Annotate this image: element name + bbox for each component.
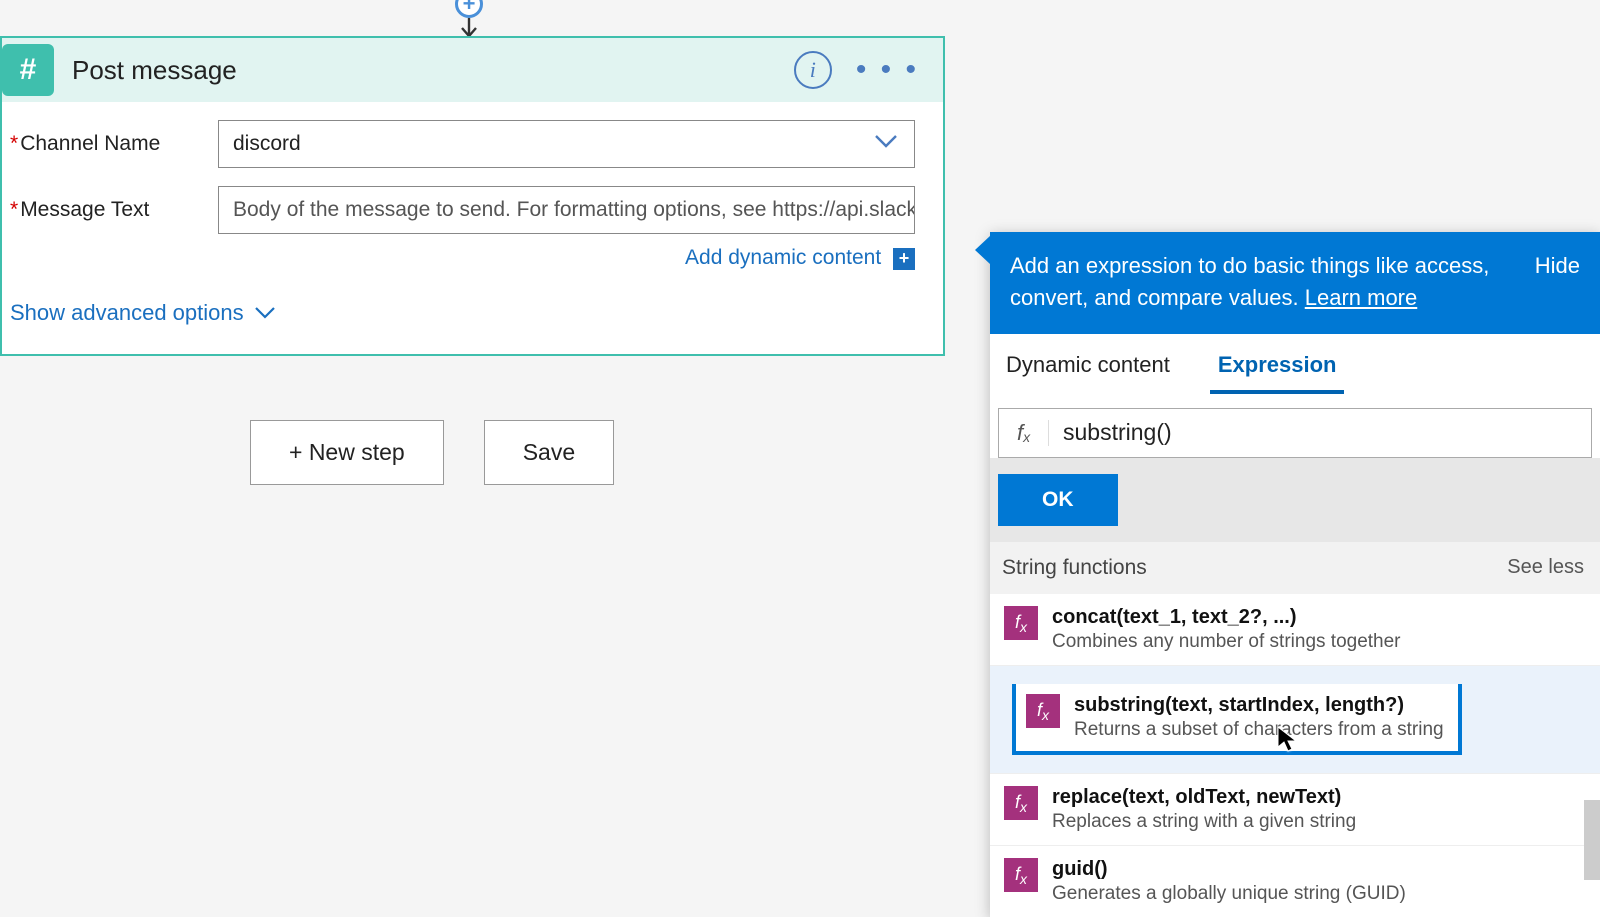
chevron-down-icon [254, 300, 276, 326]
function-description: Replaces a string with a given string [1052, 811, 1356, 833]
section-title: String functions [1002, 556, 1147, 580]
card-menu-button[interactable]: • • • [850, 53, 925, 87]
slack-icon: # [2, 44, 54, 96]
function-signature: replace(text, oldText, newText) [1052, 786, 1356, 809]
function-list: fx concat(text_1, text_2?, ...) Combines… [990, 594, 1600, 917]
panel-scrollbar[interactable] [1584, 800, 1600, 880]
function-item-substring-wrap[interactable]: fx substring(text, startIndex, length?) … [990, 665, 1600, 773]
function-item-guid[interactable]: fx guid() Generates a globally unique st… [990, 845, 1600, 917]
channel-name-value: discord [233, 132, 301, 156]
action-card-post-message: # Post message i • • • *Channel Name dis… [0, 36, 945, 356]
expression-input[interactable] [1049, 419, 1591, 446]
show-advanced-options-toggle[interactable]: Show advanced options [2, 270, 943, 326]
see-less-link[interactable]: See less [1507, 556, 1584, 579]
hide-panel-link[interactable]: Hide [1535, 250, 1580, 314]
function-description: Returns a subset of characters from a st… [1074, 719, 1444, 741]
function-item-replace[interactable]: fx replace(text, oldText, newText) Repla… [990, 773, 1600, 845]
fx-icon: fx [999, 420, 1049, 446]
add-dynamic-content-row: Add dynamic content + [2, 234, 943, 270]
function-signature: substring(text, startIndex, length?) [1074, 694, 1444, 717]
add-dynamic-content-link[interactable]: Add dynamic content [685, 246, 881, 269]
channel-name-label: *Channel Name [10, 132, 200, 156]
ok-row: OK [990, 458, 1600, 542]
function-item-substring[interactable]: fx substring(text, startIndex, length?) … [1012, 684, 1462, 755]
flow-connector: + [455, 0, 483, 40]
function-section-header: String functions See less [990, 542, 1600, 594]
function-item-concat[interactable]: fx concat(text_1, text_2?, ...) Combines… [990, 594, 1600, 665]
new-step-button[interactable]: + New step [250, 420, 444, 485]
field-channel-name: *Channel Name discord [2, 102, 943, 168]
function-signature: concat(text_1, text_2?, ...) [1052, 606, 1401, 629]
tab-dynamic-content[interactable]: Dynamic content [998, 346, 1178, 394]
fx-icon: fx [1004, 786, 1038, 820]
function-description: Combines any number of strings together [1052, 631, 1401, 653]
message-text-input[interactable]: Body of the message to send. For formatt… [218, 186, 915, 234]
add-dynamic-content-plus-icon[interactable]: + [893, 248, 915, 270]
add-step-inline-button[interactable]: + [455, 0, 483, 18]
chevron-down-icon[interactable] [874, 132, 898, 156]
field-message-text: *Message Text Body of the message to sen… [2, 168, 943, 234]
panel-pointer-icon [975, 236, 990, 264]
fx-icon: fx [1026, 694, 1060, 728]
message-text-placeholder: Body of the message to send. For formatt… [233, 198, 915, 222]
panel-tabs: Dynamic content Expression [990, 334, 1600, 394]
flow-footer-buttons: + New step Save [250, 420, 614, 485]
save-button[interactable]: Save [484, 420, 614, 485]
message-text-label: *Message Text [10, 198, 200, 222]
learn-more-link[interactable]: Learn more [1305, 285, 1418, 310]
panel-banner-text: Add an expression to do basic things lik… [1010, 253, 1489, 310]
expression-input-row: fx [990, 394, 1600, 458]
expression-panel: Add an expression to do basic things lik… [990, 232, 1600, 917]
fx-icon: fx [1004, 858, 1038, 892]
card-title: Post message [72, 55, 776, 86]
info-icon[interactable]: i [794, 51, 832, 89]
card-header: # Post message i • • • [2, 38, 943, 102]
function-signature: guid() [1052, 858, 1406, 881]
function-description: Generates a globally unique string (GUID… [1052, 883, 1406, 905]
channel-name-select[interactable]: discord [218, 120, 915, 168]
ok-button[interactable]: OK [998, 474, 1118, 526]
panel-banner: Add an expression to do basic things lik… [990, 232, 1600, 334]
fx-icon: fx [1004, 606, 1038, 640]
tab-expression[interactable]: Expression [1210, 346, 1345, 394]
